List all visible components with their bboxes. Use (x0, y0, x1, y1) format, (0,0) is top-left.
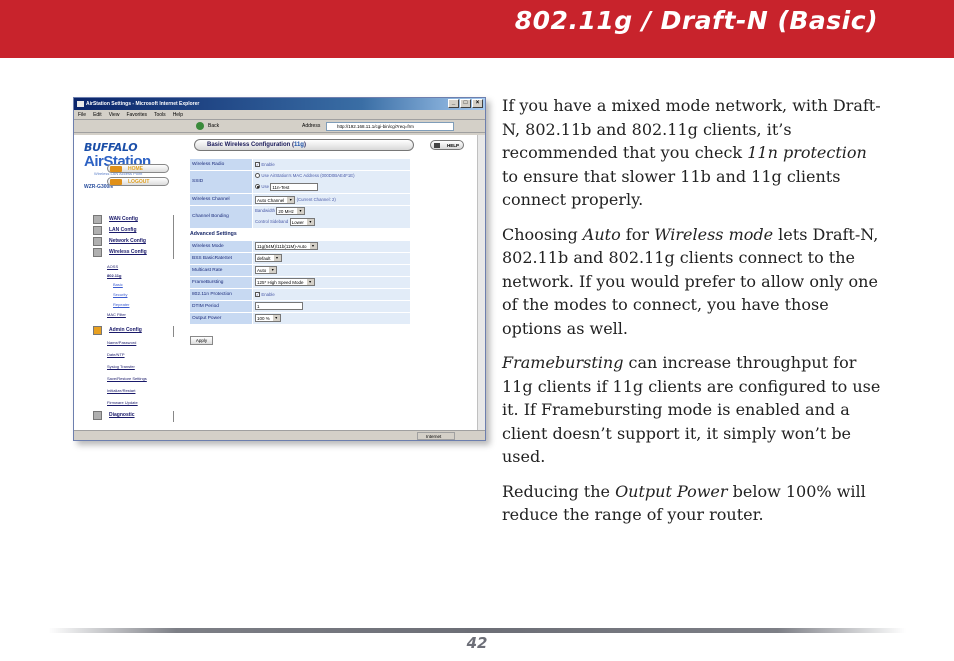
window-titlebar: AirStation Settings - Microsoft Internet… (74, 98, 485, 110)
paragraph-output-power: Reducing the Output Power below 100% wil… (502, 481, 866, 525)
n-protection-checkbox[interactable]: ✓ (255, 292, 260, 298)
minimize-icon[interactable]: _ (448, 99, 459, 108)
bandwidth-select[interactable]: 20 MHz (276, 206, 305, 215)
nav-lan-config[interactable]: LAN Config (93, 226, 174, 237)
nav-diagnostic[interactable]: Diagnostic (93, 411, 174, 422)
multicast-rate-row: Multicast Rate Auto (190, 265, 410, 276)
logout-label: LOGOUT (128, 179, 150, 185)
dtim-input[interactable]: 1 (255, 301, 303, 310)
address-bar[interactable]: http://192.168.11.1/cgi-bin/cgi?req=frm (326, 122, 454, 131)
dtim-row: DTIM Period 1 (190, 301, 410, 312)
router-config-screenshot: AirStation Settings - Microsoft Internet… (73, 97, 486, 441)
page-content: BUFFALO AirStation Wireless LAN Access P… (74, 135, 485, 430)
nav-security[interactable]: Security (113, 292, 127, 297)
nav-initialize-restart[interactable]: Initialize/Restart (107, 388, 135, 393)
menu-view[interactable]: View (109, 110, 120, 119)
nav-aoss[interactable]: AOSS (107, 264, 118, 269)
arrow-icon (110, 179, 122, 185)
footer-rule (48, 628, 906, 633)
menu-favorites[interactable]: Favorites (126, 110, 147, 119)
status-bar: Internet (74, 430, 485, 440)
sideband-select[interactable]: Lower (289, 217, 315, 226)
nav-mac-filter[interactable]: MAC Filter (107, 312, 126, 317)
ssid-input[interactable]: 11n-Test (270, 182, 319, 191)
nav-repeater[interactable]: Repeater (113, 302, 129, 307)
nav-basic[interactable]: Basic (113, 282, 123, 287)
arrow-icon (434, 143, 440, 148)
wireless-mode-select[interactable]: 11g(54M)/11b(11M)-Auto (255, 241, 318, 250)
config-panel: Basic Wireless Configuration (11g) HELP … (187, 135, 485, 430)
bss-rate-select[interactable]: default (255, 253, 282, 262)
menu-bar: File Edit View Favorites Tools Help (74, 110, 485, 120)
menu-file[interactable]: File (78, 110, 86, 119)
menu-tools[interactable]: Tools (154, 110, 166, 119)
channel-select[interactable]: Auto Channel (255, 195, 296, 204)
body-text: If you have a mixed mode network, with D… (502, 94, 882, 538)
paragraph-11n-protection: If you have a mixed mode network, with D… (502, 96, 881, 209)
expand-icon (93, 326, 102, 335)
title-banner: 802.11g / Draft-N (Basic) (0, 0, 954, 58)
menu-help[interactable]: Help (173, 110, 183, 119)
ssid-custom-radio[interactable] (255, 184, 260, 190)
browser-toolbar: Back Address http://192.168.11.1/cgi-bin… (74, 120, 485, 133)
apply-button[interactable]: Apply (190, 336, 213, 345)
expand-icon (93, 237, 102, 246)
nav-network-config[interactable]: Network Config (93, 237, 174, 248)
home-button[interactable]: HOME (107, 164, 169, 173)
nav-80211g[interactable]: 802.11g (107, 273, 121, 278)
nav-syslog-transfer[interactable]: Syslog Transfer (107, 364, 135, 369)
wireless-radio-row: Wireless Radio ✓ Enable (190, 159, 410, 170)
nav-date-ntp[interactable]: Date/NTP (107, 352, 125, 357)
nav-save-restore[interactable]: Save/Restore Settings (107, 376, 147, 381)
page-title: 802.11g / Draft-N (Basic) (514, 6, 878, 35)
expand-icon (93, 411, 102, 420)
arrow-icon (110, 166, 122, 172)
page-number: 42 (466, 634, 488, 652)
channel-bonding-row: Channel Bonding Bandwidth 20 MHz Control… (190, 206, 410, 228)
address-label: Address (302, 122, 321, 129)
expand-icon (93, 215, 102, 224)
maximize-icon[interactable]: □ (460, 99, 471, 108)
radio-enable-checkbox[interactable]: ✓ (255, 162, 260, 168)
ssid-mac-radio[interactable] (255, 173, 260, 179)
framebursting-select[interactable]: 125* High Speed Mode (255, 277, 315, 286)
back-button-label[interactable]: Back (208, 120, 219, 133)
scrollbar[interactable] (477, 135, 485, 430)
n-protection-row: 802.11n Protection ✓ Enable (190, 289, 410, 300)
sidebar: BUFFALO AirStation Wireless LAN Access P… (74, 135, 187, 430)
expand-icon (93, 226, 102, 235)
menu-edit[interactable]: Edit (93, 110, 102, 119)
paragraph-wireless-mode: Choosing Auto for Wireless mode lets Dra… (502, 224, 879, 338)
config-title: Basic Wireless Configuration (11g) (194, 139, 414, 151)
back-arrow-icon[interactable] (196, 122, 204, 130)
framebursting-row: FrameBursting 125* High Speed Mode (190, 277, 410, 288)
logout-button[interactable]: LOGOUT (107, 177, 169, 186)
output-power-select[interactable]: 100 % (255, 313, 281, 322)
internet-zone: Internet (417, 432, 455, 440)
expand-icon (93, 248, 102, 257)
nav-admin-config[interactable]: Admin Config (93, 326, 174, 337)
paragraph-framebursting: Framebursting can increase throughput fo… (502, 353, 881, 466)
nav-wan-config[interactable]: WAN Config (93, 215, 174, 226)
nav-firmware-update[interactable]: Firmware Update (107, 400, 138, 405)
window-controls: _ □ × (448, 99, 483, 108)
window-title: AirStation Settings - Microsoft Internet… (86, 101, 200, 107)
wireless-mode-row: Wireless Mode 11g(54M)/11b(11M)-Auto (190, 241, 410, 252)
advanced-settings-heading: Advanced Settings (190, 231, 237, 237)
multicast-rate-select[interactable]: Auto (255, 265, 278, 274)
ssid-row: SSID Use AirStation's MAC Address (000D0… (190, 171, 410, 193)
help-button[interactable]: HELP (430, 140, 464, 150)
output-power-row: Output Power 100 % (190, 313, 410, 324)
close-icon[interactable]: × (472, 99, 483, 108)
wireless-channel-row: Wireless Channel Auto Channel (Current C… (190, 194, 410, 205)
nav-wireless-config[interactable]: Wireless Config (93, 248, 174, 259)
nav-name-password[interactable]: Name/Password (107, 340, 136, 345)
bss-rate-row: BSS BasicRateSet default (190, 253, 410, 264)
home-label: HOME (128, 166, 143, 172)
ie-window-icon (77, 101, 84, 107)
